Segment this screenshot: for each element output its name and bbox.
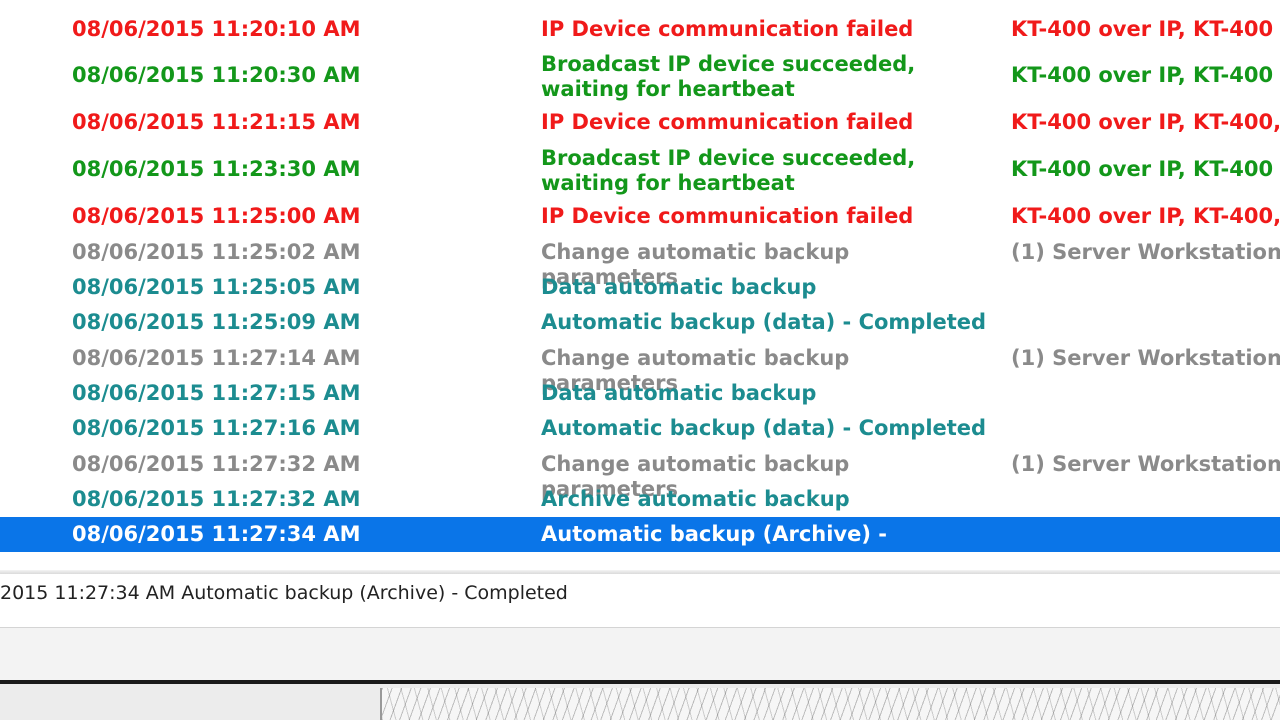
event-time: 08/06/2015 11:27:14 AM — [72, 346, 361, 370]
status-area: 2015 11:27:34 AM Automatic backup (Archi… — [0, 552, 1280, 684]
event-time: 08/06/2015 11:20:10 AM — [72, 17, 361, 41]
detail-panel — [0, 627, 1280, 683]
event-message: Automatic backup (data) - Completed — [541, 310, 987, 334]
background-desktop — [0, 684, 1280, 720]
event-time: 08/06/2015 11:25:09 AM — [72, 310, 361, 334]
event-row-selected[interactable]: 08/06/2015 11:27:34 AM Automatic backup … — [0, 517, 1280, 552]
event-source: (1) Server Workstation, — [1011, 452, 1280, 476]
event-time: 08/06/2015 11:27:34 AM — [72, 522, 361, 546]
event-time: 08/06/2015 11:27:32 AM — [72, 452, 361, 476]
event-message: Data automatic backup — [541, 381, 817, 405]
event-source: KT-400 over IP, KT-400 — [1011, 157, 1274, 181]
event-time: 08/06/2015 11:23:30 AM — [72, 157, 361, 181]
event-message: Automatic backup (data) - Completed — [541, 416, 987, 440]
event-source: KT-400 over IP, KT-400 — [1011, 17, 1274, 41]
event-message: Broadcast IP device succeeded, waiting f… — [541, 52, 916, 101]
event-log-list[interactable]: 08/06/2015 11:20:10 AM IP Device communi… — [0, 0, 1280, 552]
event-message: IP Device communication failed — [541, 204, 914, 228]
event-time: 08/06/2015 11:20:30 AM — [72, 63, 361, 87]
event-time: 08/06/2015 11:27:16 AM — [72, 416, 361, 440]
selected-event-detail: 2015 11:27:34 AM Automatic backup (Archi… — [0, 582, 568, 604]
event-message: Automatic backup (Archive) - Completed — [541, 522, 887, 546]
background-sketch-image — [380, 688, 1280, 720]
event-time: 08/06/2015 11:27:15 AM — [72, 381, 361, 405]
event-message: IP Device communication failed — [541, 110, 914, 134]
event-time: 08/06/2015 11:25:00 AM — [72, 204, 361, 228]
event-time: 08/06/2015 11:21:15 AM — [72, 110, 361, 134]
event-source: KT-400 over IP, KT-400, / — [1011, 204, 1280, 228]
event-time: 08/06/2015 11:27:32 AM — [72, 487, 361, 511]
event-time: 08/06/2015 11:25:05 AM — [72, 275, 361, 299]
event-source: KT-400 over IP, KT-400 — [1011, 63, 1274, 87]
event-source: (1) Server Workstation, — [1011, 240, 1280, 264]
event-message: IP Device communication failed — [541, 17, 914, 41]
event-message: Data automatic backup — [541, 275, 817, 299]
event-source: KT-400 over IP, KT-400, / — [1011, 110, 1280, 134]
event-message: Broadcast IP device succeeded, waiting f… — [541, 146, 916, 195]
splitter[interactable] — [0, 570, 1280, 574]
event-source: (1) Server Workstation, — [1011, 346, 1280, 370]
event-time: 08/06/2015 11:25:02 AM — [72, 240, 361, 264]
event-message: Archive automatic backup — [541, 487, 850, 511]
